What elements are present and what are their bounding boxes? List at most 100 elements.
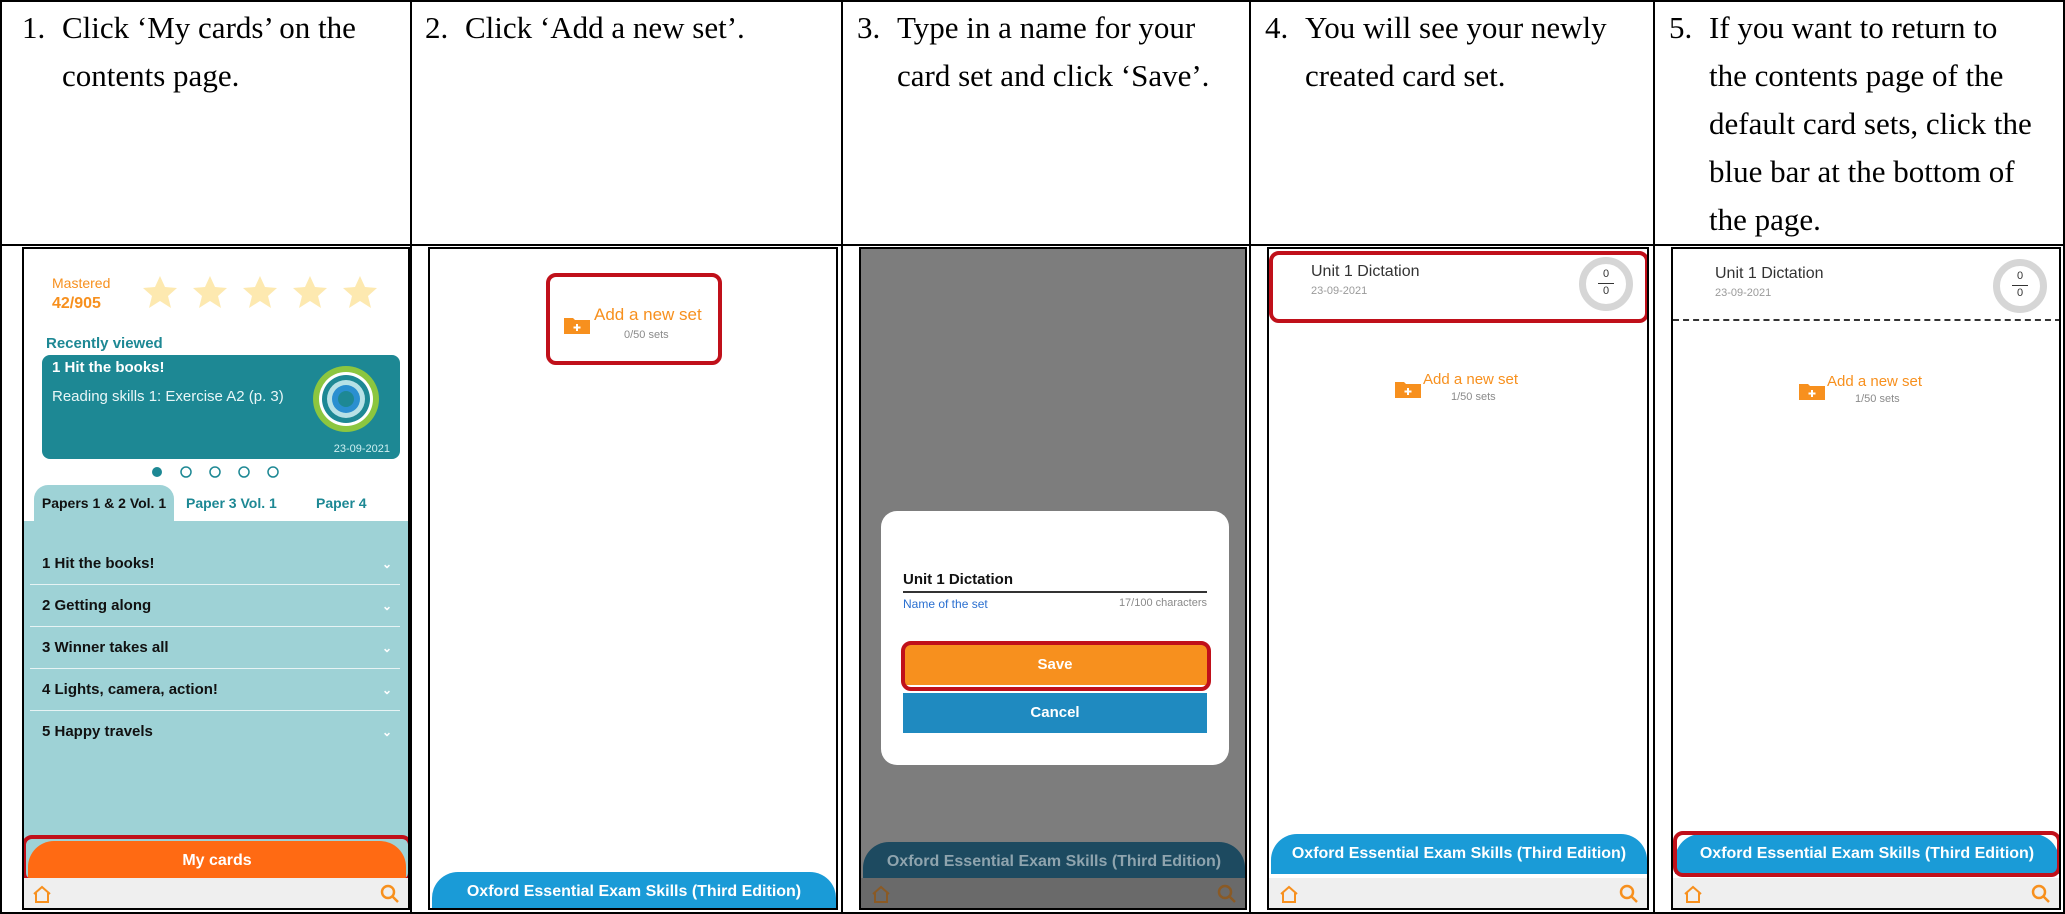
add-new-set-label: Add a new set <box>1423 371 1519 388</box>
screenshot-contents-page: Mastered 42/905 Recently viewed 1 Hit th… <box>22 247 410 910</box>
highlight-box <box>1269 251 1647 323</box>
step-line: You will see your newly <box>1305 10 1607 45</box>
oxford-footer-bar[interactable]: Oxford Essential Exam Skills (Third Edit… <box>432 872 836 908</box>
ring-fraction-line <box>2012 285 2028 286</box>
step-line: the contents page of the <box>1709 58 2004 93</box>
home-icon[interactable] <box>1279 884 1299 904</box>
chevron-down-icon: ⌄ <box>381 725 392 739</box>
table-col-divider <box>410 0 412 914</box>
chevron-down-icon: ⌄ <box>381 557 392 571</box>
search-icon[interactable] <box>1217 884 1237 904</box>
step-text: If you want to return to the contents pa… <box>1709 4 2032 244</box>
cancel-button[interactable]: Cancel <box>903 693 1207 733</box>
set-progress-ring: 0 0 <box>1993 259 2047 313</box>
unit-label: 1 Hit the books! <box>42 555 155 572</box>
ring-denominator: 0 <box>2016 287 2024 299</box>
step-line: Click ‘My cards’ on the <box>62 10 356 45</box>
table-border-top <box>0 0 2065 2</box>
step-line: created card set. <box>1305 58 1506 93</box>
step-number: 2. <box>425 10 449 45</box>
step-number: 3. <box>857 10 881 45</box>
unit-label: 3 Winner takes all <box>42 639 169 656</box>
home-icon[interactable] <box>1683 884 1703 904</box>
step-text: Click ‘Add a new set’. <box>465 4 745 52</box>
card-set-row[interactable]: Unit 1 Dictation 23-09-2021 0 0 <box>1673 249 2059 321</box>
step-line: card set and click ‘Save’. <box>897 58 1210 93</box>
recently-viewed-heading: Recently viewed <box>46 335 163 352</box>
bottom-nav <box>1269 878 1647 908</box>
set-name-input[interactable]: Unit 1 Dictation <box>903 571 1207 593</box>
screenshot-empty-my-cards: Add a new set 0/50 sets Oxford Essential… <box>428 247 838 910</box>
search-icon[interactable] <box>1619 884 1639 904</box>
add-new-set-button[interactable]: Add a new set 1/50 sets <box>1395 371 1535 411</box>
folder-add-icon <box>1799 384 1825 400</box>
unit-item[interactable]: 5 Happy travels ⌄ <box>30 711 400 753</box>
recent-card-date: 23-09-2021 <box>333 443 390 455</box>
star-icon <box>143 276 377 308</box>
carousel-dot-icons <box>152 466 279 478</box>
unit-label: 4 Lights, camera, action! <box>42 681 218 698</box>
highlight-box <box>24 835 408 883</box>
screenshot-name-dialog: Unit 1 Dictation Name of the set 17/100 … <box>859 247 1247 910</box>
table-col-divider <box>841 0 843 914</box>
tab-paper-3[interactable]: Paper 3 Vol. 1 <box>186 485 277 521</box>
add-new-set-button[interactable]: Add a new set 1/50 sets <box>1799 373 1939 413</box>
step-text: You will see your newly created card set… <box>1305 4 1607 100</box>
chevron-down-icon: ⌄ <box>381 641 392 655</box>
table-col-divider <box>1653 0 1655 914</box>
recent-card-body: Reading skills 1: Exercise A2 (p. 3) <box>52 388 284 405</box>
oxford-footer-bar[interactable]: Oxford Essential Exam Skills (Third Edit… <box>1271 834 1647 874</box>
step-line: Type in a name for your <box>897 10 1196 45</box>
bottom-nav <box>861 878 1245 908</box>
mastered-label: Mastered <box>52 275 111 291</box>
table-border-left <box>0 0 2 914</box>
table-col-divider <box>1249 0 1251 914</box>
table-row-divider <box>0 244 2065 246</box>
highlight-box <box>546 273 722 365</box>
chevron-down-icon: ⌄ <box>381 599 392 613</box>
mastered-count: 42/905 <box>52 295 101 312</box>
recent-card-title: 1 Hit the books! <box>52 359 165 376</box>
chevron-down-icon: ⌄ <box>381 683 392 697</box>
unit-item[interactable]: 2 Getting along ⌄ <box>30 585 400 627</box>
add-new-set-label: Add a new set <box>1827 373 1923 390</box>
step-text: Click ‘My cards’ on the contents page. <box>62 4 356 100</box>
recent-card[interactable]: 1 Hit the books! Reading skills 1: Exerc… <box>42 355 400 459</box>
step-line: blue bar at the bottom of <box>1709 154 2015 189</box>
carousel-dots[interactable] <box>150 465 290 479</box>
name-set-dialog: Unit 1 Dictation Name of the set 17/100 … <box>881 511 1229 765</box>
instruction-table: 1. Click ‘My cards’ on the contents page… <box>0 0 2065 914</box>
sets-count: 1/50 sets <box>1451 391 1496 403</box>
highlight-box <box>901 641 1211 691</box>
unit-item[interactable]: 1 Hit the books! ⌄ <box>30 543 400 585</box>
step-line: If you want to return to <box>1709 10 1998 45</box>
search-icon[interactable] <box>2031 884 2051 904</box>
home-icon[interactable] <box>32 884 52 904</box>
char-counter: 17/100 characters <box>1118 597 1207 609</box>
set-name-label: Name of the set <box>903 597 988 611</box>
star-rating <box>142 273 402 313</box>
tab-papers-1-2[interactable]: Papers 1 & 2 Vol. 1 <box>34 485 174 521</box>
step-line: default card sets, click the <box>1709 106 2032 141</box>
progress-donut-icon <box>313 366 379 432</box>
unit-label: 5 Happy travels <box>42 723 153 740</box>
step-line: contents page. <box>62 58 240 93</box>
screenshot-new-set-created: Unit 1 Dictation 23-09-2021 0 0 Add a ne… <box>1267 247 1649 910</box>
ring-numerator: 0 <box>2016 270 2024 282</box>
unit-list-panel: 1 Hit the books! ⌄ 2 Getting along ⌄ 3 Win… <box>24 521 408 841</box>
tab-paper-4[interactable]: Paper 4 <box>316 485 367 521</box>
search-icon[interactable] <box>380 884 400 904</box>
step-number: 4. <box>1265 10 1289 45</box>
unit-item[interactable]: 3 Winner takes all ⌄ <box>30 627 400 669</box>
set-title: Unit 1 Dictation <box>1715 265 1824 282</box>
step-number: 1. <box>22 10 46 45</box>
oxford-footer-bar[interactable]: Oxford Essential Exam Skills (Third Edit… <box>863 842 1245 882</box>
unit-label: 2 Getting along <box>42 597 152 614</box>
home-icon[interactable] <box>871 884 891 904</box>
step-line: Click ‘Add a new set’. <box>465 10 745 45</box>
unit-item[interactable]: 4 Lights, camera, action! ⌄ <box>30 669 400 711</box>
step-number: 5. <box>1669 10 1693 45</box>
screenshot-return-to-contents: Unit 1 Dictation 23-09-2021 0 0 Add a ne… <box>1671 247 2061 910</box>
step-line: the page. <box>1709 202 1821 237</box>
bottom-nav <box>24 878 408 908</box>
